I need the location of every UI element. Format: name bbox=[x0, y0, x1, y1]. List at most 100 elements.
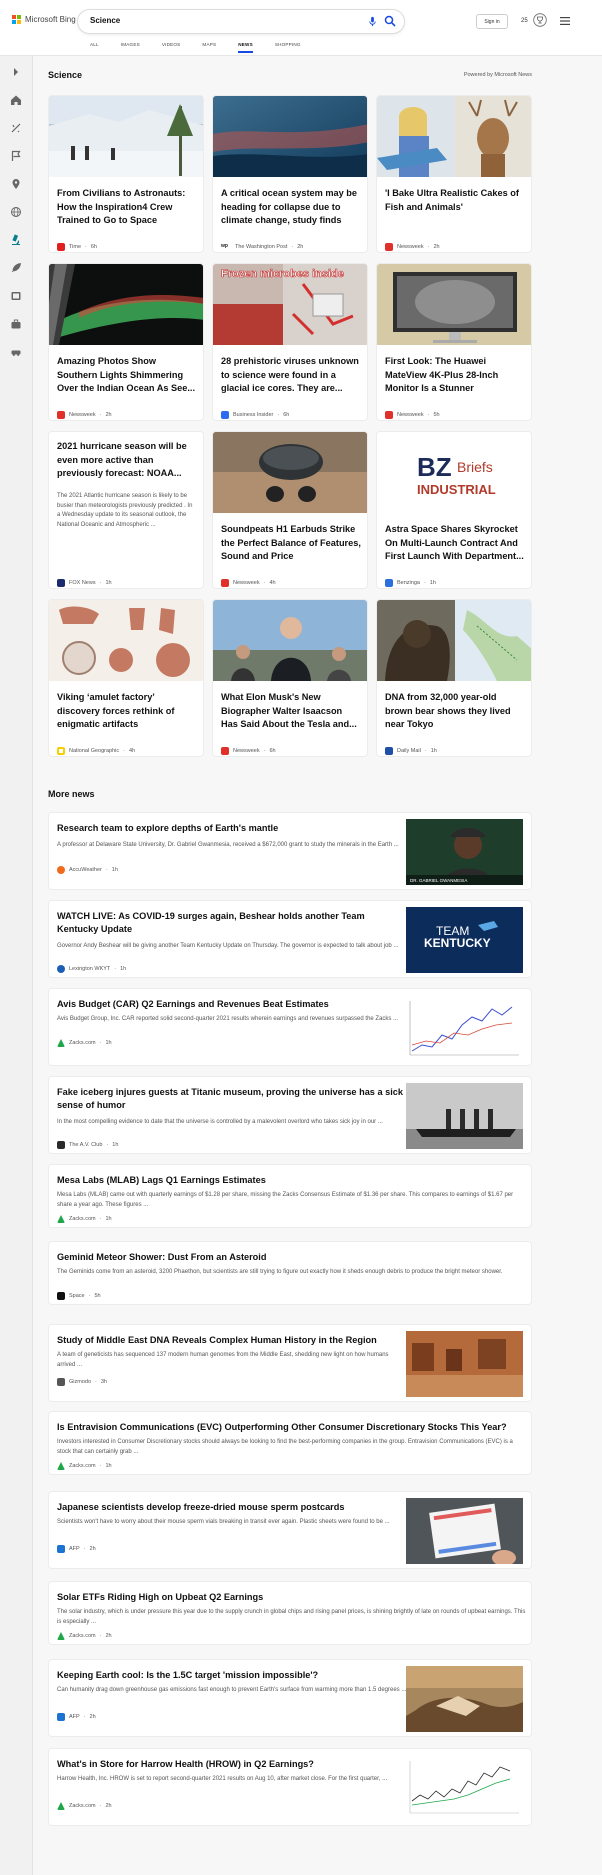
dot-separator: · bbox=[114, 966, 117, 972]
powered-by-label[interactable]: Powered by Microsoft News bbox=[464, 72, 532, 78]
news-title[interactable]: Avis Budget (CAR) Q2 Earnings and Revenu… bbox=[57, 998, 407, 1011]
news-title[interactable]: What's in Store for Harrow Health (HROW)… bbox=[57, 1758, 407, 1771]
card-title[interactable]: Astra Space Shares Skyrocket On Multi-La… bbox=[385, 523, 525, 564]
titanic-photo-thumbnail bbox=[406, 1083, 523, 1149]
news-title[interactable]: Research team to explore depths of Earth… bbox=[57, 822, 407, 835]
news-card[interactable]: From Civilians to Astronauts: How the In… bbox=[48, 95, 204, 253]
tab-shopping[interactable]: SHOPPING bbox=[275, 42, 301, 47]
news-card[interactable]: Amazing Photos Show Southern Lights Shim… bbox=[48, 263, 204, 421]
news-card[interactable]: First Look: The Huawei MateView 4K-Plus … bbox=[376, 263, 532, 421]
card-title[interactable]: 28 prehistoric viruses unknown to scienc… bbox=[221, 355, 361, 396]
card-title[interactable]: A critical ocean system may be heading f… bbox=[221, 187, 361, 228]
rewards-count[interactable]: 25 bbox=[521, 18, 528, 24]
sparkle-icon[interactable] bbox=[10, 122, 22, 134]
news-list-item[interactable]: Research team to explore depths of Earth… bbox=[48, 812, 532, 890]
thumbnail-caption: DR. GABRIEL GWANMESIA bbox=[410, 878, 467, 883]
news-list-item[interactable]: Avis Budget (CAR) Q2 Earnings and Revenu… bbox=[48, 988, 532, 1066]
tab-images[interactable]: IMAGES bbox=[121, 42, 140, 47]
news-title[interactable]: Geminid Meteor Shower: Dust From an Aste… bbox=[57, 1251, 527, 1264]
car-icon[interactable] bbox=[10, 346, 22, 358]
elon-musk-photo bbox=[213, 600, 367, 681]
card-title[interactable]: Viking ‘amulet factory’ discovery forces… bbox=[57, 691, 197, 732]
news-card[interactable]: 'I Bake Ultra Realistic Cakes of Fish an… bbox=[376, 95, 532, 253]
news-card[interactable]: BZ Briefs INDUSTRIAL Astra Space Shares … bbox=[376, 431, 532, 589]
card-title[interactable]: DNA from 32,000 year-old brown bear show… bbox=[385, 691, 525, 732]
source-favicon bbox=[57, 1545, 65, 1553]
source-favicon bbox=[57, 747, 65, 755]
news-list-item[interactable]: Is Entravision Communications (EVC) Outp… bbox=[48, 1411, 532, 1475]
news-source: Zacks.com · 2h bbox=[57, 1802, 112, 1810]
news-snippet: A professor at Delaware State University… bbox=[57, 842, 399, 848]
news-card[interactable]: What Elon Musk's New Biographer Walter I… bbox=[212, 599, 368, 757]
news-snippet: The Geminids come from an asteroid, 3200… bbox=[57, 1269, 503, 1275]
microphone-icon[interactable] bbox=[367, 16, 378, 27]
film-icon[interactable] bbox=[10, 290, 22, 302]
news-title[interactable]: Mesa Labs (MLAB) Lags Q1 Earnings Estima… bbox=[57, 1174, 527, 1187]
source-favicon bbox=[221, 579, 229, 587]
search-input[interactable]: Science bbox=[90, 16, 120, 25]
news-list-item[interactable]: Geminid Meteor Shower: Dust From an Aste… bbox=[48, 1241, 532, 1305]
location-pin-icon[interactable] bbox=[10, 178, 22, 190]
microscope-icon[interactable] bbox=[10, 234, 22, 246]
card-title[interactable]: Soundpeats H1 Earbuds Strike the Perfect… bbox=[221, 523, 361, 564]
globe-icon[interactable] bbox=[10, 206, 22, 218]
news-snippet: Governor Andy Beshear will be giving ano… bbox=[57, 943, 399, 949]
source-name: Business Insider bbox=[233, 412, 274, 418]
news-list-item[interactable]: Japanese scientists develop freeze-dried… bbox=[48, 1491, 532, 1569]
search-box[interactable]: Science bbox=[78, 10, 404, 33]
news-list-item[interactable]: Fake iceberg injures guests at Titanic m… bbox=[48, 1076, 532, 1154]
card-title[interactable]: 'I Bake Ultra Realistic Cakes of Fish an… bbox=[385, 187, 525, 214]
news-card[interactable]: Soundpeats H1 Earbuds Strike the Perfect… bbox=[212, 431, 368, 589]
news-list-item[interactable]: Solar ETFs Riding High on Upbeat Q2 Earn… bbox=[48, 1581, 532, 1645]
petra-ruins-thumbnail bbox=[406, 1331, 523, 1397]
news-title[interactable]: Study of Middle East DNA Reveals Complex… bbox=[57, 1334, 407, 1347]
expand-chevron-icon[interactable] bbox=[10, 66, 22, 78]
briefcase-icon[interactable] bbox=[10, 318, 22, 330]
card-source: National Geographic · 4h bbox=[57, 747, 135, 755]
tab-news[interactable]: NEWS bbox=[238, 42, 253, 53]
card-title[interactable]: First Look: The Huawei MateView 4K-Plus … bbox=[385, 355, 525, 396]
flag-icon[interactable] bbox=[10, 150, 22, 162]
news-title[interactable]: Is Entravision Communications (EVC) Outp… bbox=[57, 1421, 527, 1434]
news-age: 5h bbox=[94, 1293, 101, 1299]
card-source: Time · 6h bbox=[57, 243, 97, 251]
news-title[interactable]: WATCH LIVE: As COVID-19 surges again, Be… bbox=[57, 910, 407, 936]
bing-logo[interactable]: Microsoft Bing bbox=[12, 15, 76, 24]
news-title[interactable]: Japanese scientists develop freeze-dried… bbox=[57, 1501, 407, 1514]
source-favicon bbox=[57, 1378, 65, 1386]
news-list-item[interactable]: WATCH LIVE: As COVID-19 surges again, Be… bbox=[48, 900, 532, 978]
news-title[interactable]: Solar ETFs Riding High on Upbeat Q2 Earn… bbox=[57, 1591, 527, 1604]
tab-all[interactable]: ALL bbox=[90, 42, 99, 47]
source-favicon bbox=[57, 411, 65, 419]
card-title[interactable]: What Elon Musk's New Biographer Walter I… bbox=[221, 691, 361, 732]
news-list-item[interactable]: Study of Middle East DNA Reveals Complex… bbox=[48, 1324, 532, 1402]
card-title[interactable]: Amazing Photos Show Southern Lights Shim… bbox=[57, 355, 197, 396]
dot-separator: · bbox=[263, 580, 266, 586]
news-card[interactable]: Frozen microbes inside 28 prehistoric vi… bbox=[212, 263, 368, 421]
news-card[interactable]: 2021 hurricane season will be even more … bbox=[48, 431, 204, 589]
dot-separator: · bbox=[423, 580, 426, 586]
tab-videos[interactable]: VIDEOS bbox=[162, 42, 181, 47]
news-card[interactable]: Viking ‘amulet factory’ discovery forces… bbox=[48, 599, 204, 757]
card-title[interactable]: 2021 hurricane season will be even more … bbox=[57, 440, 197, 481]
news-list-item[interactable]: What's in Store for Harrow Health (HROW)… bbox=[48, 1748, 532, 1826]
source-name: Newsweek bbox=[397, 412, 424, 418]
home-icon[interactable] bbox=[10, 94, 22, 106]
astronauts-snow-photo bbox=[49, 96, 203, 177]
news-list-item[interactable]: Keeping Earth cool: Is the 1.5C target '… bbox=[48, 1659, 532, 1737]
rocket-icon[interactable] bbox=[10, 262, 22, 274]
tab-maps[interactable]: MAPS bbox=[202, 42, 216, 47]
news-card[interactable]: DNA from 32,000 year-old brown bear show… bbox=[376, 599, 532, 757]
card-title[interactable]: From Civilians to Astronauts: How the In… bbox=[57, 187, 197, 228]
news-list-item[interactable]: Mesa Labs (MLAB) Lags Q1 Earnings Estima… bbox=[48, 1164, 532, 1228]
rewards-trophy-icon[interactable] bbox=[533, 13, 547, 27]
news-card[interactable]: A critical ocean system may be heading f… bbox=[212, 95, 368, 253]
card-age: 6h bbox=[269, 748, 276, 754]
sign-in-button[interactable]: Sign in bbox=[476, 14, 508, 29]
news-title[interactable]: Keeping Earth cool: Is the 1.5C target '… bbox=[57, 1669, 407, 1682]
menu-icon[interactable] bbox=[560, 17, 570, 25]
news-age: 3h bbox=[100, 1379, 107, 1385]
source-favicon bbox=[57, 965, 65, 973]
news-title[interactable]: Fake iceberg injures guests at Titanic m… bbox=[57, 1086, 407, 1112]
search-icon[interactable] bbox=[384, 15, 396, 27]
